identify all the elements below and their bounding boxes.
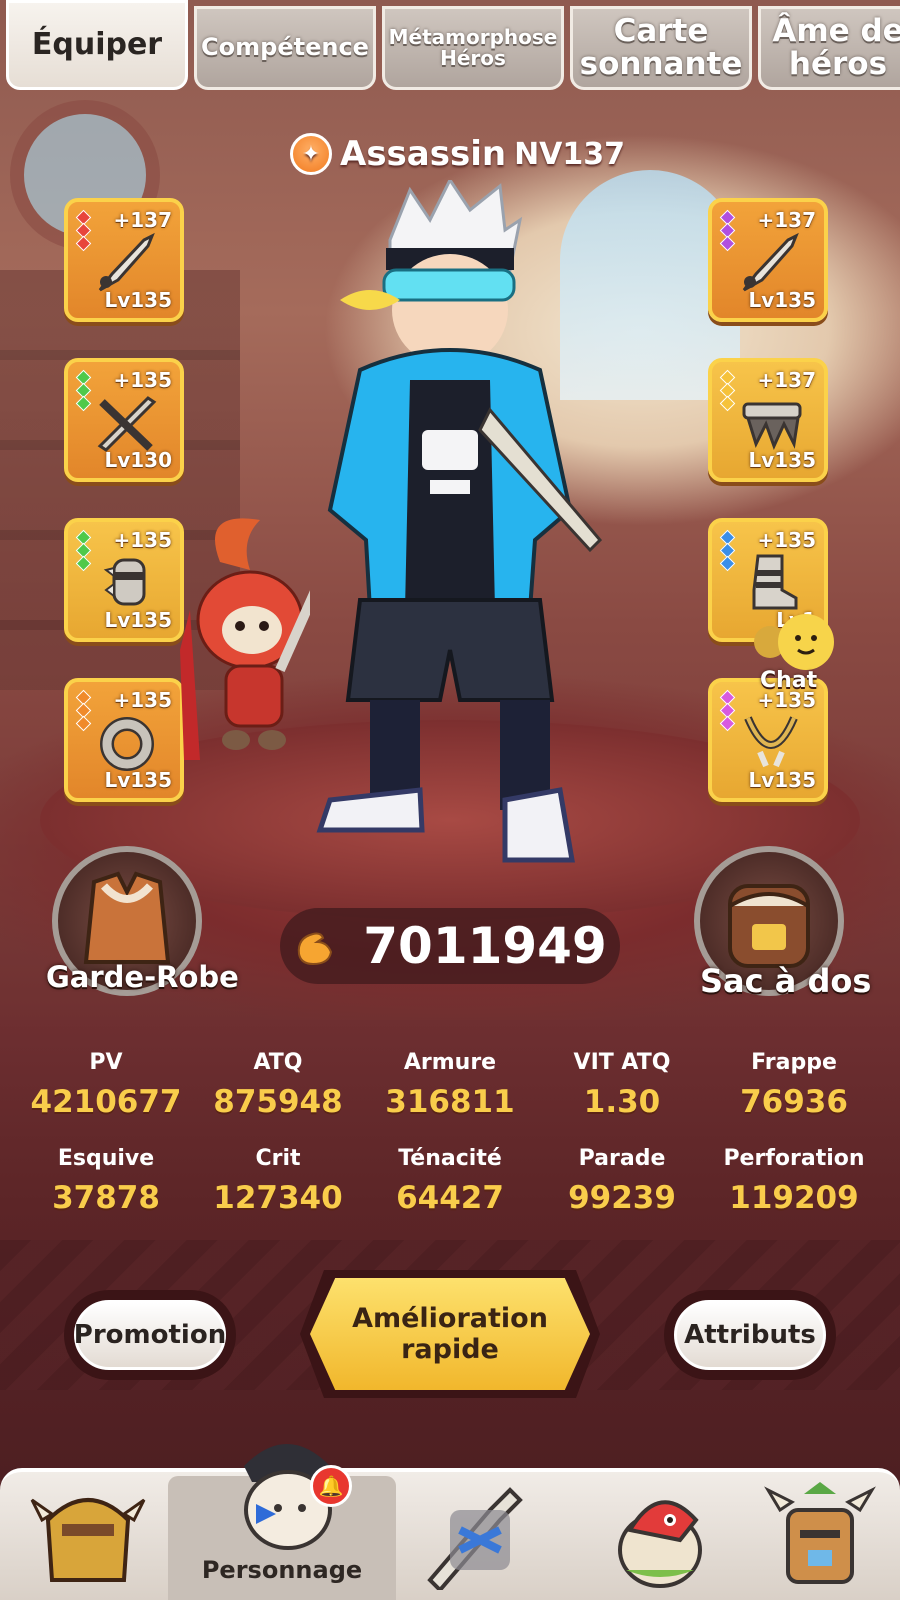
enhance-level: +137: [757, 368, 816, 392]
crossed-blades-icon: [92, 390, 162, 454]
boots-icon: [736, 550, 806, 614]
backpack-label[interactable]: Sac à dos: [700, 962, 871, 1000]
nav-label-character[interactable]: Personnage: [168, 1556, 396, 1584]
gem-indicator: [75, 209, 92, 252]
stat-value: 64427: [396, 1180, 504, 1216]
equip-slot-ring[interactable]: +135 Lv135: [64, 678, 184, 802]
combat-power: 7011949: [280, 908, 620, 984]
stat-value: 37878: [52, 1180, 160, 1216]
stat-value: 1.30: [583, 1084, 661, 1120]
tab-skill[interactable]: Compétence: [194, 6, 376, 90]
stat-parry: Parade 99239: [536, 1146, 708, 1242]
stat-value: 875948: [213, 1084, 343, 1120]
enhance-level: +135: [113, 528, 172, 552]
stat-value: 76936: [740, 1084, 848, 1120]
muscle-icon: [298, 932, 333, 966]
chat-label[interactable]: Chat: [760, 668, 817, 693]
dagger-icon: [92, 230, 162, 294]
gem-indicator: [719, 209, 736, 252]
stat-value: 99239: [568, 1180, 676, 1216]
combat-power-value: 7011949: [363, 917, 607, 975]
enhance-level: +137: [757, 208, 816, 232]
stat-value: 119209: [729, 1180, 859, 1216]
nav-weapon-icon[interactable]: [420, 1480, 540, 1590]
necklace-icon: [736, 710, 806, 774]
equip-slot-belt[interactable]: +137 Lv135: [708, 358, 828, 482]
tab-hero-soul[interactable]: Âme de héros: [758, 6, 900, 90]
stat-label: PV: [89, 1050, 123, 1075]
nav-viking-icon[interactable]: [28, 1480, 148, 1590]
stat-label: Armure: [403, 1050, 497, 1075]
tab-metamorphosis[interactable]: Métamorphose Héros: [382, 6, 564, 90]
nav-totem-icon[interactable]: [760, 1480, 880, 1590]
tab-resonant-card[interactable]: Carte sonnante: [570, 6, 752, 90]
equip-slot-weapon[interactable]: +137 Lv135: [64, 198, 184, 322]
item-level: Lv135: [748, 288, 816, 312]
hero-level: NV137: [514, 136, 626, 172]
promotion-button[interactable]: Promotion: [74, 1300, 226, 1370]
stat-value: 316811: [385, 1084, 515, 1120]
hero-class-label: ✦ Assassin NV137: [290, 132, 625, 176]
hero-class-name: Assassin: [340, 134, 507, 174]
stat-atk-speed: VIT ATQ 1.30: [536, 1050, 708, 1146]
stat-tenacity: Ténacité 64427: [364, 1146, 536, 1242]
equip-slot-offhand[interactable]: +135 Lv130: [64, 358, 184, 482]
stat-label: Crit: [255, 1146, 301, 1171]
ring-icon: [92, 710, 162, 774]
stat-label: Perforation: [723, 1146, 865, 1171]
attributes-button[interactable]: Attributs: [674, 1300, 826, 1370]
stat-label: Ténacité: [398, 1146, 502, 1171]
stat-hp: PV 4210677: [20, 1050, 192, 1146]
stats-row: PV 4210677 ATQ 875948 Armure 316811 VIT ATQ…: [20, 1050, 880, 1146]
enhance-level: +135: [757, 528, 816, 552]
item-level: Lv130: [104, 448, 172, 472]
tab-equip[interactable]: Équiper: [6, 0, 188, 90]
attributes-button-frame: Attributs: [664, 1290, 836, 1380]
enhance-level: +135: [113, 688, 172, 712]
stats-row: Esquive 37878 Crit 127340 Ténacité 64427 Pa…: [20, 1146, 880, 1242]
gem-indicator: [75, 689, 92, 732]
promotion-button-frame: Promotion: [64, 1290, 236, 1380]
assassin-class-icon: ✦: [290, 133, 332, 175]
stat-atk: ATQ 875948: [192, 1050, 364, 1146]
gem-indicator: [75, 369, 92, 412]
item-level: Lv135: [748, 768, 816, 792]
top-tab-bar: Équiper Compétence Métamorphose Héros Ca…: [0, 0, 900, 92]
gem-indicator: [719, 369, 736, 412]
belt-icon: [736, 390, 806, 454]
stat-dodge: Esquive 37878: [20, 1146, 192, 1242]
gem-indicator: [719, 529, 736, 572]
stat-label: Frappe: [751, 1050, 837, 1075]
item-level: Lv135: [748, 448, 816, 472]
stat-strike: Frappe 76936: [708, 1050, 880, 1146]
stats-grid: PV 4210677 ATQ 875948 Armure 316811 VIT ATQ…: [20, 1050, 880, 1242]
pet-character: [180, 518, 310, 760]
equip-slot-necklace[interactable]: +135 Lv135: [708, 678, 828, 802]
stat-label: Esquive: [57, 1146, 155, 1171]
stat-value: 4210677: [30, 1084, 182, 1120]
enhance-level: +135: [113, 368, 172, 392]
item-level: Lv135: [104, 768, 172, 792]
hero-character: [316, 180, 603, 863]
stat-label: VIT ATQ: [573, 1050, 671, 1075]
equip-slot-weapon-secondary[interactable]: +137 Lv135: [708, 198, 828, 322]
stat-penetration: Perforation 119209: [708, 1146, 880, 1242]
stat-label: Parade: [578, 1146, 666, 1171]
spiked-gauntlet-icon: [92, 550, 162, 614]
equip-slot-gloves[interactable]: +135 Lv135: [64, 518, 184, 642]
wardrobe-label[interactable]: Garde-Robe: [46, 960, 239, 994]
item-level: Lv135: [104, 288, 172, 312]
nav-pet-icon[interactable]: [600, 1480, 720, 1590]
stat-label: ATQ: [253, 1050, 303, 1075]
gem-indicator: [719, 689, 736, 732]
dagger-icon: [736, 230, 806, 294]
stat-armor: Armure 316811: [364, 1050, 536, 1146]
gem-indicator: [75, 529, 92, 572]
enhance-level: +137: [113, 208, 172, 232]
stat-crit: Crit 127340: [192, 1146, 364, 1242]
bell-icon: 🔔: [310, 1465, 352, 1507]
stat-value: 127340: [213, 1180, 343, 1216]
quick-upgrade-button[interactable]: Amélioration rapide: [310, 1278, 590, 1390]
item-level: Lv135: [104, 608, 172, 632]
